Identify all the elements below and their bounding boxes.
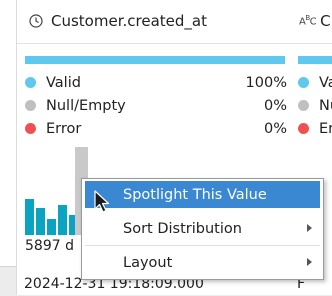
stat-value: 0% — [263, 120, 287, 137]
valid-bar — [25, 56, 285, 64]
stat-null: Nu — [298, 94, 332, 117]
menu-item-sort-distribution[interactable]: Sort Distribution — [85, 215, 320, 242]
menu-separator — [85, 245, 320, 246]
error-dot-icon — [298, 123, 309, 134]
stat-label: Error — [46, 120, 82, 137]
valid-bar — [298, 56, 332, 64]
stats-list: Va Nu Er — [298, 71, 332, 140]
stat-null: Null/Empty 0% — [25, 94, 287, 117]
menu-item-label: Layout — [123, 254, 173, 271]
histogram-bar[interactable] — [47, 219, 56, 235]
null-dot-icon — [298, 100, 309, 111]
header-divider — [17, 43, 294, 44]
null-dot-icon — [25, 100, 36, 111]
stat-error: Error 0% — [25, 117, 287, 140]
clock-icon — [29, 14, 43, 28]
histogram-bar[interactable] — [58, 205, 67, 235]
stat-label: Null/Empty — [46, 97, 126, 114]
column-title: Customer.created_at — [51, 12, 207, 30]
stat-label: Va — [319, 74, 332, 91]
header-divider — [294, 43, 332, 44]
column-title: C — [320, 12, 331, 30]
stat-valid: Valid 100% — [25, 71, 287, 94]
menu-item-label: Spotlight This Value — [123, 186, 267, 203]
distinct-count: 5897 d — [25, 238, 74, 254]
stat-value: 100% — [245, 74, 287, 91]
menu-item-spotlight-this-value[interactable]: Spotlight This Value — [85, 181, 320, 208]
mouse-pointer-icon — [94, 190, 110, 213]
error-dot-icon — [25, 123, 36, 134]
stats-list: Valid 100% Null/Empty 0% Error 0% — [25, 71, 287, 140]
stat-label: Er — [319, 120, 332, 137]
menu-item-layout[interactable]: Layout — [85, 249, 320, 276]
valid-dot-icon — [298, 77, 309, 88]
stat-value: 0% — [263, 97, 287, 114]
text-type-icon: ABC — [299, 14, 317, 28]
submenu-arrow-icon — [307, 224, 312, 232]
stat-label: Nu — [319, 97, 332, 114]
histogram-bar[interactable] — [25, 199, 34, 235]
menu-item-label: Sort Distribution — [123, 220, 242, 237]
submenu-arrow-icon — [307, 258, 312, 266]
stat-label: Valid — [46, 74, 81, 91]
context-menu[interactable]: Spotlight This Value Sort Distribution L… — [81, 178, 324, 280]
column-header[interactable]: Customer.created_at — [29, 10, 207, 32]
stat-valid: Va — [298, 71, 332, 94]
valid-dot-icon — [25, 77, 36, 88]
histogram-bar[interactable] — [36, 208, 45, 235]
column-header[interactable]: ABC C — [299, 10, 331, 32]
stat-error: Er — [298, 117, 332, 140]
